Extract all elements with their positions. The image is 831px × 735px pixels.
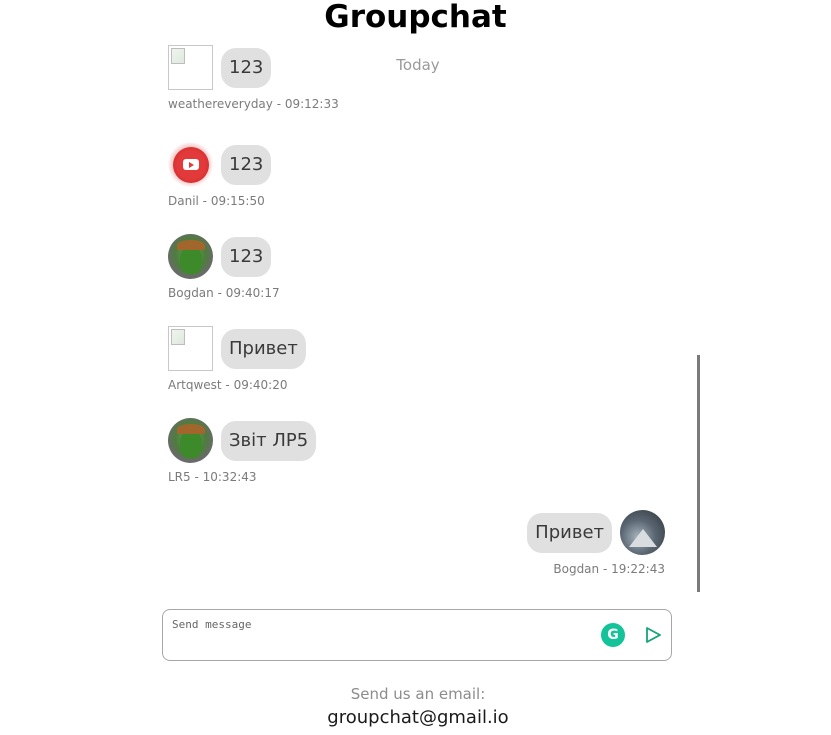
message-meta: Danil - 09:15:50 [168, 194, 265, 208]
message-meta: weathereveryday - 09:12:33 [168, 97, 339, 111]
message-list[interactable]: 123 weathereveryday - 09:12:33 123 Danil… [160, 40, 705, 595]
message-item: 123 Bogdan - 09:40:17 [168, 234, 280, 301]
message-meta: Bogdan - 19:22:43 [553, 562, 665, 576]
message-input[interactable] [172, 618, 592, 652]
message-meta: Bogdan - 09:40:17 [168, 286, 280, 300]
goblin-avatar [168, 234, 213, 279]
own-message-item: Привет Bogdan - 19:22:43 [527, 510, 665, 577]
message-bubble: Привет [527, 512, 612, 553]
footer-email-link[interactable]: groupchat@gmail.io [0, 706, 831, 730]
message-item: Привет Artqwest - 09:40:20 [168, 326, 306, 393]
message-item: Звіт ЛР5 LR5 - 10:32:43 [168, 418, 317, 485]
footer-email-label: Send us an email: [350, 685, 486, 703]
message-bubble: Привет [221, 328, 306, 369]
message-bubble: 123 [221, 236, 272, 277]
goblin-avatar [168, 418, 213, 463]
send-icon[interactable] [642, 624, 664, 646]
mountain-avatar [620, 510, 665, 555]
message-item: 123 Danil - 09:15:50 [168, 142, 272, 209]
message-meta: LR5 - 10:32:43 [168, 470, 257, 484]
message-meta: Artqwest - 09:40:20 [168, 378, 288, 392]
page-title: Groupchat [324, 0, 507, 35]
broken-image-icon [168, 326, 213, 371]
day-separator: Today [396, 56, 440, 74]
grammarly-icon[interactable]: G [601, 623, 625, 647]
message-composer: G [162, 609, 672, 661]
youtube-icon [168, 142, 213, 187]
message-bubble: 123 [221, 144, 272, 185]
scrollbar[interactable] [697, 355, 700, 592]
message-bubble: Звіт ЛР5 [221, 420, 317, 461]
